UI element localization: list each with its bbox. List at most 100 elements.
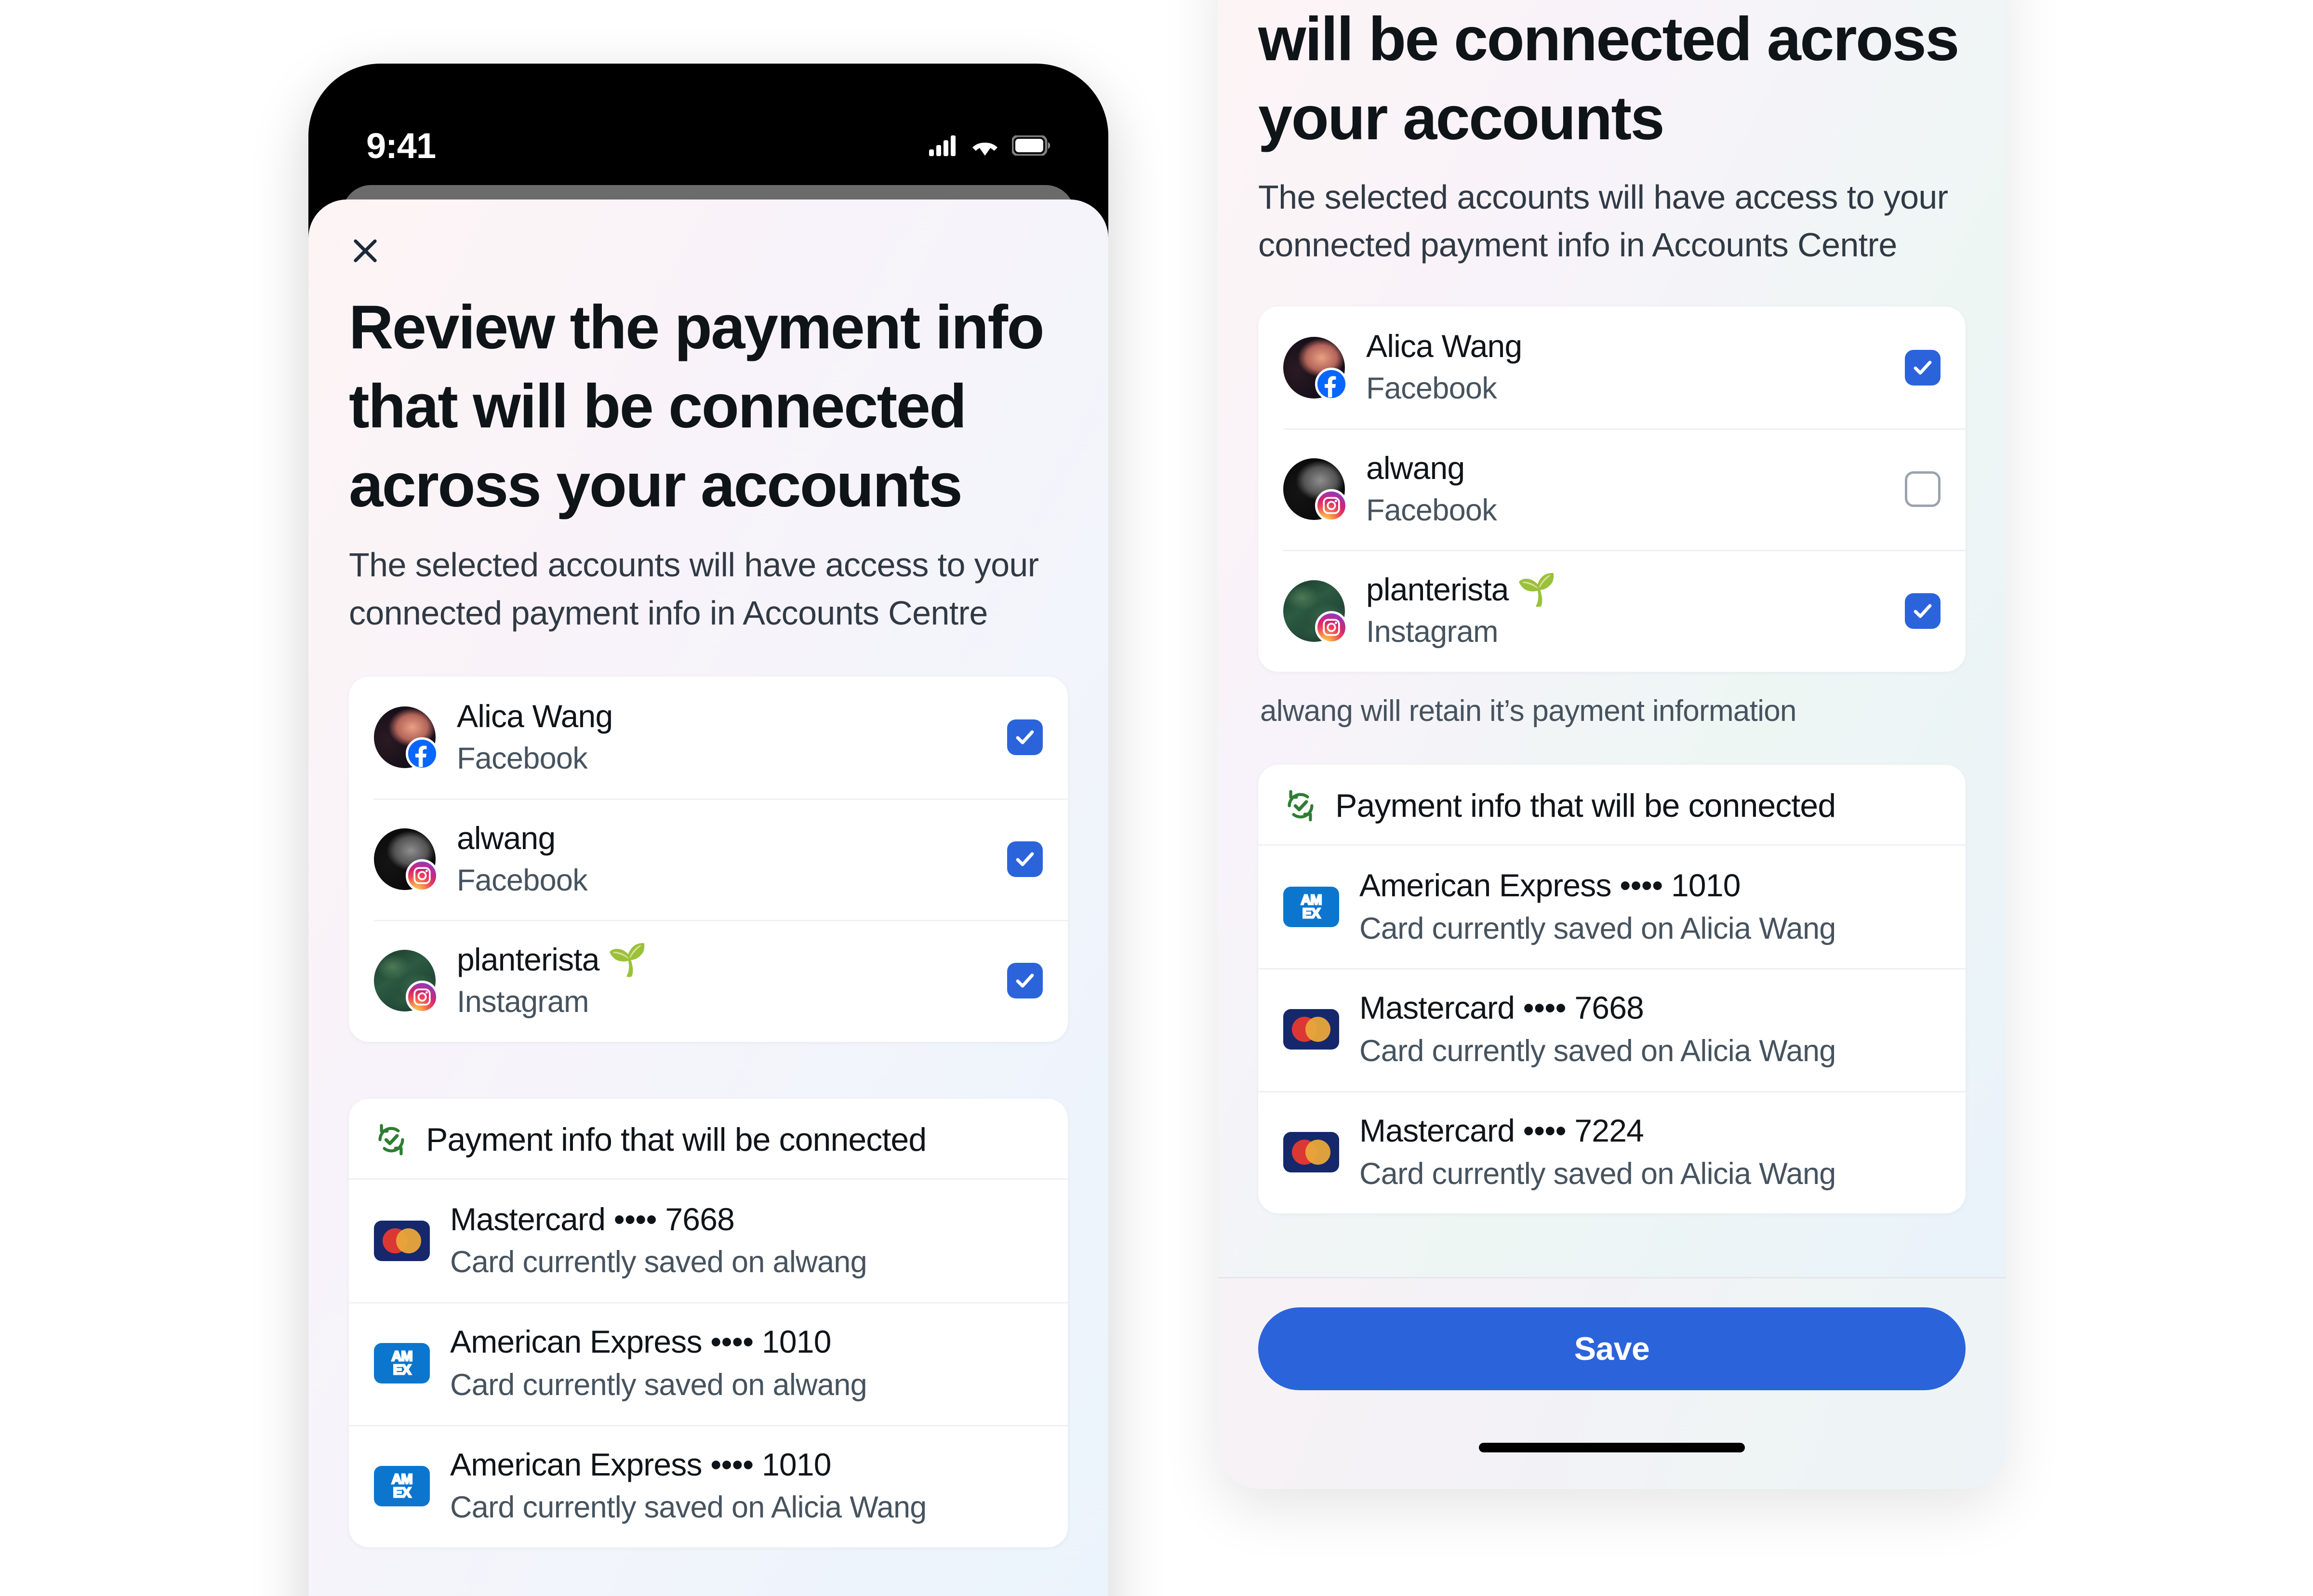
account-platform: Facebook [457, 742, 588, 776]
payment-card-subtitle: Card currently saved on Alicia Wang [1359, 1034, 1836, 1068]
account-checkbox[interactable] [1905, 471, 1941, 507]
instagram-icon [1315, 611, 1348, 644]
battery-icon [1012, 135, 1050, 156]
page-subtitle: The selected accounts will have access t… [349, 546, 1039, 632]
status-bar-time: 9:41 [366, 125, 436, 166]
close-icon[interactable] [349, 234, 382, 267]
account-name: Alica Wang [1366, 328, 1522, 364]
account-text: alwang Facebook [457, 819, 986, 900]
payment-card-row[interactable]: Mastercard •••• 7668 Card currently save… [1258, 968, 1966, 1091]
account-checkbox[interactable] [1007, 719, 1043, 756]
account-platform: Facebook [1366, 372, 1497, 406]
payment-card-text: American Express •••• 1010 Card currentl… [450, 1445, 1043, 1527]
sync-check-icon [378, 1124, 404, 1156]
payment-card-text: American Express •••• 1010 Card currentl… [450, 1322, 1043, 1404]
page-title: Review the payment info that will be con… [349, 293, 1045, 520]
page-subtitle: The selected accounts will have access t… [1258, 178, 1948, 264]
save-button[interactable]: Save [1258, 1307, 1966, 1390]
payment-info-header: Payment info that will be connected [349, 1099, 1068, 1180]
account-platform: Facebook [1366, 493, 1497, 527]
payment-card-row[interactable]: AM EX American Express •••• 1010 Card cur… [1258, 846, 1966, 968]
account-row[interactable]: alwang Facebook [349, 798, 1068, 920]
account-checkbox[interactable] [1905, 593, 1941, 629]
footer-bar: Save [1218, 1277, 2006, 1489]
screenshot-canvas: 9:41 Review the payment info that will b… [0, 0, 2313, 1596]
avatar [1283, 580, 1348, 644]
home-indicator [1479, 1443, 1745, 1452]
cellular-signal-icon [929, 135, 956, 156]
payment-card-row[interactable]: Mastercard •••• 7668 Card currently save… [349, 1180, 1068, 1302]
check-icon [1914, 604, 1932, 618]
account-row[interactable]: Alica Wang Facebook [349, 677, 1068, 798]
payment-card-subtitle: Card currently saved on alwang [450, 1368, 867, 1402]
payment-card-title: American Express •••• 1010 [450, 1324, 831, 1360]
facebook-icon [1315, 367, 1348, 400]
account-checkbox[interactable] [1007, 841, 1043, 877]
amex-icon: AM EX [374, 1465, 430, 1506]
payment-info-header: Payment info that will be connected [1258, 765, 1966, 846]
account-platform: Facebook [457, 863, 588, 897]
accounts-list: Alica Wang Facebook alwang Facebook plan… [349, 677, 1068, 1042]
account-checkbox[interactable] [1007, 963, 1043, 999]
account-name: alwang [1366, 450, 1465, 486]
account-checkbox[interactable] [1905, 349, 1941, 386]
account-text: planterista 🌱 Instagram [457, 940, 986, 1021]
wifi-icon [972, 143, 997, 156]
payment-card-row[interactable]: AM EX American Express •••• 1010 Card cur… [349, 1302, 1068, 1424]
retain-payment-note: alwang will retain it’s payment informat… [1260, 694, 1797, 728]
right-phone-screen: will be connected across your accounts T… [1218, 0, 2006, 1489]
check-icon [1016, 973, 1034, 988]
account-name: Alica Wang [457, 698, 613, 734]
payment-card-row[interactable]: AM EX American Express •••• 1010 Card cur… [349, 1424, 1068, 1547]
mastercard-icon [1283, 1009, 1339, 1050]
amex-icon: AM EX [374, 1343, 430, 1384]
mastercard-icon [1283, 1131, 1339, 1172]
instagram-icon [406, 981, 439, 1014]
left-phone-frame: 9:41 Review the payment info that will b… [308, 64, 1108, 1596]
payment-card-title: Mastercard •••• 7224 [1359, 1112, 1644, 1148]
payment-info-list: Payment info that will be connected Mast… [349, 1098, 1068, 1547]
check-icon [1016, 731, 1034, 745]
account-name: alwang [457, 820, 556, 856]
sync-check-icon [1288, 790, 1314, 822]
payment-card-row[interactable]: Mastercard •••• 7224 Card currently save… [1258, 1091, 1966, 1213]
payment-card-title: American Express •••• 1010 [450, 1446, 831, 1482]
check-icon [1016, 852, 1034, 866]
payment-card-text: Mastercard •••• 7668 Card currently save… [1359, 988, 1941, 1070]
payment-card-title: Mastercard •••• 7668 [1359, 990, 1644, 1026]
avatar [374, 950, 439, 1014]
payment-card-text: Mastercard •••• 7224 Card currently save… [1359, 1111, 1941, 1193]
status-bar-icons [929, 135, 1050, 156]
account-row[interactable]: planterista 🌱 Instagram [1258, 550, 1966, 671]
bottom-sheet: Review the payment info that will be con… [308, 200, 1108, 1596]
payment-card-subtitle: Card currently saved on alwang [450, 1245, 867, 1279]
avatar [374, 828, 439, 892]
avatar [374, 706, 439, 771]
page-title: will be connected across your accounts [1258, 5, 1959, 153]
account-platform: Instagram [1366, 615, 1499, 649]
payment-card-subtitle: Card currently saved on Alicia Wang [1359, 1157, 1836, 1191]
account-text: alwang Facebook [1366, 449, 1884, 530]
account-name: planterista 🌱 [1366, 572, 1556, 608]
payment-info-header-label: Payment info that will be connected [1335, 787, 1836, 824]
account-text: planterista 🌱 Instagram [1366, 570, 1884, 651]
payment-card-subtitle: Card currently saved on Alicia Wang [1359, 911, 1836, 945]
mastercard-icon [374, 1220, 430, 1261]
payment-card-title: Mastercard •••• 7668 [450, 1201, 735, 1237]
payment-card-text: American Express •••• 1010 Card currentl… [1359, 866, 1941, 948]
avatar [1283, 336, 1348, 400]
avatar [1283, 458, 1348, 522]
account-row[interactable]: planterista 🌱 Instagram [349, 920, 1068, 1041]
instagram-icon [406, 859, 439, 892]
amex-icon: AM EX [1283, 887, 1339, 928]
account-text: Alica Wang Facebook [457, 697, 986, 778]
payment-card-text: Mastercard •••• 7668 Card currently save… [450, 1200, 1043, 1282]
account-text: Alica Wang Facebook [1366, 327, 1884, 408]
facebook-icon [406, 737, 439, 771]
account-row[interactable]: Alica Wang Facebook [1258, 306, 1966, 428]
account-platform: Instagram [457, 985, 589, 1019]
account-row[interactable]: alwang Facebook [1258, 428, 1966, 550]
account-name: planterista 🌱 [457, 942, 647, 978]
payment-info-list: Payment info that will be connected AM EX… [1258, 764, 1966, 1214]
payment-card-subtitle: Card currently saved on Alicia Wang [450, 1490, 927, 1525]
